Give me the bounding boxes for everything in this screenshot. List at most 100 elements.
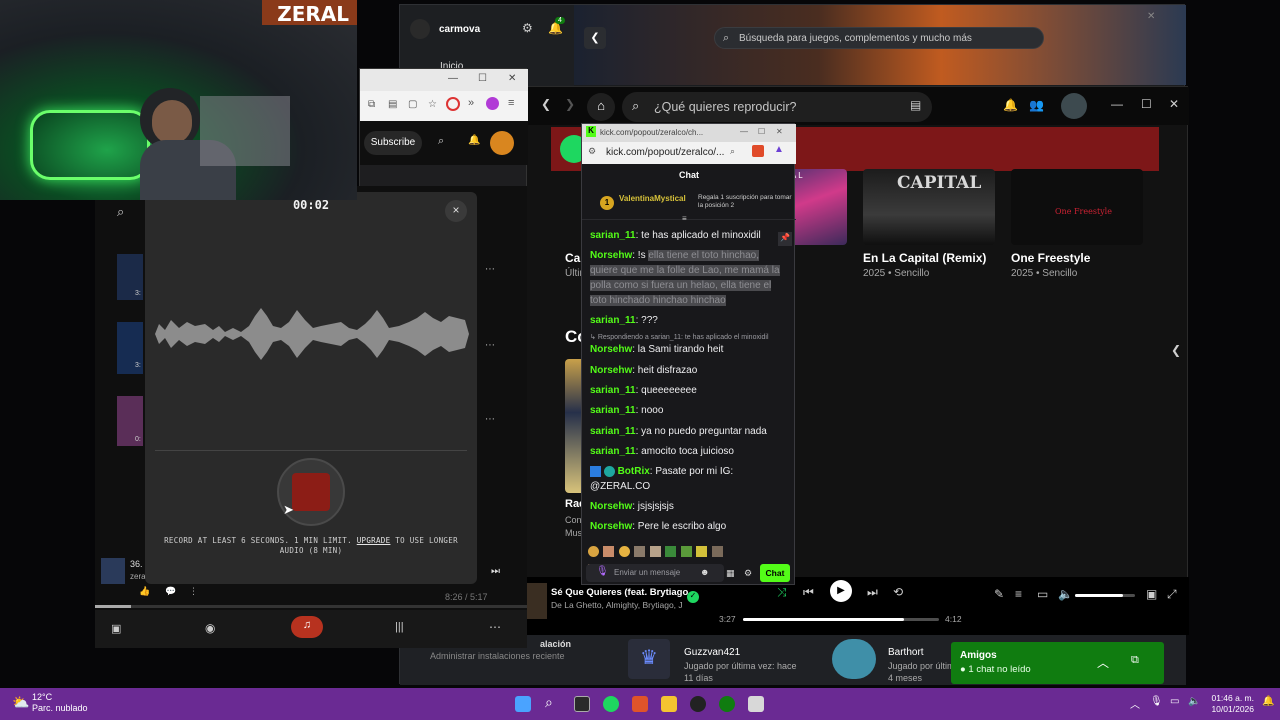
shield-icon[interactable] bbox=[446, 97, 460, 111]
profile-icon[interactable] bbox=[486, 97, 499, 110]
avatar[interactable] bbox=[1061, 93, 1087, 119]
microphone-icon[interactable]: 🎙 bbox=[596, 566, 609, 577]
maximize-icon[interactable]: ☐ bbox=[1141, 97, 1152, 111]
repeat-icon[interactable]: ⟲ bbox=[893, 585, 903, 599]
miniplayer-icon[interactable]: ▣ bbox=[1146, 587, 1157, 601]
track-cover[interactable] bbox=[527, 583, 547, 619]
emoji-icon[interactable]: ☻ bbox=[700, 567, 709, 577]
back-arrow-icon[interactable]: ❮ bbox=[541, 97, 551, 111]
now-playing-view-icon[interactable]: ✎ bbox=[994, 587, 1004, 601]
gift-icon[interactable]: ▦ bbox=[726, 568, 735, 579]
upgrade-link[interactable]: UPGRADE bbox=[357, 536, 391, 545]
friend-name[interactable]: Barthort bbox=[888, 647, 924, 658]
explore-icon[interactable]: ◉ bbox=[205, 621, 215, 635]
chevron-up-icon[interactable]: ︿ bbox=[1097, 654, 1109, 671]
search-icon[interactable]: ⌕ bbox=[438, 135, 444, 148]
emote-bar[interactable] bbox=[588, 544, 738, 575]
network-icon[interactable]: ▭ bbox=[1170, 696, 1179, 707]
minimize-icon[interactable]: — bbox=[448, 73, 458, 84]
brave-rewards-icon[interactable]: ▲ bbox=[774, 144, 784, 155]
album-title[interactable]: One Freestyle bbox=[1011, 251, 1090, 265]
close-button[interactable]: × bbox=[445, 200, 467, 222]
bell-icon[interactable]: 🔔 bbox=[468, 135, 480, 146]
minimize-icon[interactable]: — bbox=[1111, 97, 1123, 111]
bell-icon[interactable]: 🔔 bbox=[1003, 98, 1018, 112]
saved-check-icon[interactable]: ✓ bbox=[687, 591, 699, 603]
close-icon[interactable]: ✕ bbox=[1147, 11, 1155, 22]
volume-icon[interactable]: 🔈 bbox=[1058, 587, 1073, 601]
close-icon[interactable]: ✕ bbox=[508, 73, 516, 84]
next-icon[interactable]: ⏭ bbox=[867, 585, 878, 600]
brave-shield-icon[interactable] bbox=[752, 145, 764, 157]
pinned-gift-banner[interactable]: 1 ValentinaMystical Regala 1 suscripción… bbox=[582, 186, 796, 223]
weather-widget[interactable]: 12°C Parc. nublado bbox=[32, 692, 88, 714]
video-progress[interactable] bbox=[95, 605, 527, 608]
file-explorer-icon[interactable] bbox=[661, 696, 677, 712]
more-options-icon[interactable]: ⋯ bbox=[485, 340, 495, 351]
friends-toast[interactable]: Amigos ● 1 chat no leído ︿ ⧉ bbox=[951, 642, 1164, 684]
volume-slider[interactable] bbox=[1075, 594, 1135, 597]
popout-icon[interactable]: ⧉ bbox=[1131, 654, 1139, 667]
mini-thumbnail[interactable] bbox=[101, 558, 125, 584]
track-artists[interactable]: De La Ghetto, Almighty, Brytiago, J bbox=[551, 600, 683, 610]
more-options-icon[interactable]: ⋯ bbox=[485, 414, 495, 425]
manage-installs-link[interactable]: Administrar instalaciones reciente bbox=[430, 651, 565, 661]
xbox-social-icon[interactable]: ⚙ bbox=[522, 21, 533, 35]
search-icon[interactable]: ⌕ bbox=[545, 694, 553, 711]
track-title[interactable]: Sé Que Quieres (feat. Brytiago bbox=[551, 587, 688, 598]
album-cover[interactable]: One Freestyle bbox=[1011, 169, 1143, 245]
clock[interactable]: 01:46 a. m. 10/01/2026 bbox=[1206, 693, 1254, 715]
maximize-icon[interactable]: ☐ bbox=[478, 73, 487, 84]
home-icon[interactable]: ⌂ bbox=[587, 93, 615, 121]
brave-icon[interactable] bbox=[632, 696, 648, 712]
stop-record-button[interactable] bbox=[292, 473, 330, 511]
library-icon[interactable]: ||| bbox=[395, 621, 404, 633]
spotify-icon[interactable] bbox=[603, 696, 619, 712]
minimize-icon[interactable]: — bbox=[740, 127, 748, 136]
extensions-icon[interactable]: ⧉ bbox=[368, 99, 375, 110]
track-progress-bar[interactable] bbox=[743, 618, 939, 621]
devices-icon[interactable]: ▭ bbox=[1037, 587, 1048, 601]
expand-icon[interactable]: ≡ bbox=[682, 214, 687, 223]
previous-icon[interactable]: ⏮ bbox=[803, 585, 814, 600]
fullscreen-icon[interactable]: ⤢ bbox=[1167, 587, 1177, 602]
more-icon[interactable]: ⋮ bbox=[189, 586, 198, 597]
app-icon[interactable] bbox=[748, 696, 764, 712]
more-options-icon[interactable]: ⋯ bbox=[485, 264, 495, 275]
gear-icon[interactable]: ⚙ bbox=[744, 568, 752, 579]
send-chat-button[interactable]: Chat bbox=[760, 564, 790, 582]
friends-icon[interactable]: 👥 bbox=[1029, 98, 1044, 112]
avatar[interactable] bbox=[490, 131, 514, 155]
obs-icon[interactable] bbox=[690, 696, 706, 712]
notification-bell-icon[interactable]: 🔔 bbox=[1262, 696, 1274, 707]
album-cover[interactable]: CAPITAL bbox=[863, 169, 995, 245]
music-note-icon[interactable]: ♫ bbox=[291, 616, 323, 638]
like-icon[interactable]: 👍 bbox=[139, 586, 150, 597]
search-icon[interactable]: ⌕ bbox=[117, 204, 124, 220]
pin-icon[interactable]: 📌 bbox=[778, 232, 792, 246]
shuffle-icon[interactable]: ⤨ bbox=[777, 585, 787, 600]
chat-message-input[interactable]: 🎙 Enviar un mensaje ☻ bbox=[586, 564, 724, 582]
site-settings-icon[interactable]: ⚙ bbox=[588, 146, 596, 157]
close-icon[interactable]: ✕ bbox=[776, 127, 783, 136]
queue-icon[interactable]: ≡ bbox=[1015, 587, 1022, 601]
close-icon[interactable]: ✕ bbox=[1169, 97, 1179, 111]
album-title[interactable]: En La Capital (Remix) bbox=[863, 251, 986, 265]
address-bar[interactable]: ⚙ kick.com/popout/zeralco/... ⌕ ▲ bbox=[582, 142, 796, 164]
xbox-search-input[interactable]: ⌕ Búsqueda para juegos, complementos y m… bbox=[714, 27, 1044, 49]
maximize-icon[interactable]: ☐ bbox=[758, 127, 765, 136]
back-button[interactable]: ❮ bbox=[584, 27, 606, 49]
friend-name[interactable]: Guzzvan421 bbox=[684, 647, 740, 658]
microphone-icon[interactable]: 🎙 bbox=[1150, 696, 1163, 707]
forward-arrow-icon[interactable]: ❯ bbox=[565, 97, 575, 111]
star-icon[interactable]: ☆ bbox=[428, 99, 437, 110]
comment-icon[interactable]: 💬 bbox=[165, 586, 176, 597]
chevron-left-icon[interactable]: ❮ bbox=[1171, 343, 1181, 357]
chevron-up-icon[interactable]: ︿ bbox=[1130, 696, 1140, 711]
subscribe-button[interactable]: Subscribe bbox=[364, 131, 422, 155]
more-options-icon[interactable]: ⋯ bbox=[489, 620, 501, 634]
browse-icon[interactable]: ▤ bbox=[910, 98, 921, 112]
play-pause-button[interactable]: ▶ bbox=[830, 580, 852, 602]
next-video-icon[interactable]: ⏭ bbox=[491, 566, 500, 577]
start-icon[interactable] bbox=[515, 696, 531, 712]
